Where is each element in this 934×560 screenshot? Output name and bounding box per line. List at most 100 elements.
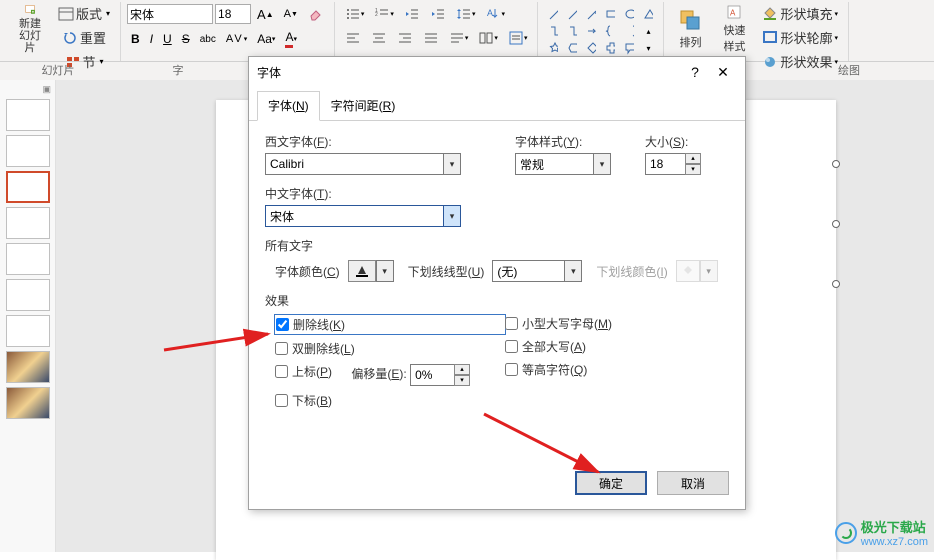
dialog-close-button[interactable]: ✕ [709, 60, 737, 84]
ok-button[interactable]: 确定 [575, 471, 647, 495]
font-style-combo[interactable]: ▾ [515, 153, 625, 175]
slide-thumb-7[interactable] [6, 315, 50, 347]
increase-font-button[interactable]: A▲ [253, 4, 278, 24]
western-font-label: 西文字体(F): [265, 133, 495, 150]
section-drawing-label: 绘图 [764, 62, 934, 80]
all-caps-checkbox[interactable]: 全部大写(A) [505, 338, 612, 355]
selection-handle[interactable] [832, 160, 840, 168]
decrease-indent-button[interactable] [400, 4, 424, 24]
reset-button[interactable]: 重置 [54, 26, 114, 49]
columns-button[interactable]: ▾ [474, 28, 502, 48]
clear-format-button[interactable] [304, 4, 328, 24]
bold-button[interactable]: B [127, 29, 144, 49]
shape-callout[interactable] [620, 38, 638, 58]
align-center-button[interactable] [367, 28, 391, 48]
spin-down[interactable]: ▾ [454, 375, 470, 386]
italic-button[interactable]: I [146, 29, 157, 49]
slide-thumb-8[interactable] [6, 351, 50, 383]
spin-up[interactable]: ▴ [685, 153, 701, 164]
ribbon-group-shapes: ▴ ▾ [538, 2, 664, 61]
align-text-icon [508, 30, 524, 46]
slide-thumb-9[interactable] [6, 387, 50, 419]
slide-thumb-1[interactable] [6, 99, 50, 131]
dialog-help-button[interactable]: ? [681, 60, 709, 84]
underline-button[interactable]: U [159, 29, 176, 49]
selection-handle[interactable] [832, 280, 840, 288]
ribbon-group-paragraph: ▾ 12▾ ▾ A▾ ▾ ▾ ▾ [335, 2, 539, 61]
text-direction-button[interactable]: A▾ [481, 4, 509, 24]
align-text-button[interactable]: ▾ [504, 28, 532, 48]
shadow-button[interactable]: abc [196, 29, 220, 49]
quick-style-icon: A [722, 4, 746, 20]
underline-type-label: 下划线线型(U) [408, 263, 485, 280]
shape-outline-button[interactable]: 形状轮廓▾ [758, 26, 842, 49]
shape-star[interactable] [544, 38, 562, 58]
distribute-button[interactable]: ▾ [445, 28, 473, 48]
shape-diamond[interactable] [582, 38, 600, 58]
slide-thumb-2[interactable] [6, 135, 50, 167]
double-strike-checkbox[interactable]: 双删除线(L) [275, 340, 505, 357]
offset-spinner[interactable]: ▴▾ [410, 364, 470, 386]
all-text-heading: 所有文字 [265, 237, 729, 254]
underline-combo[interactable]: ▾ [492, 260, 582, 282]
align-left-button[interactable] [341, 28, 365, 48]
layout-button[interactable]: 版式▾ [54, 2, 114, 25]
quick-style-button[interactable]: A 快速样式 [714, 2, 754, 56]
chevron-down-icon[interactable]: ▾ [564, 260, 582, 282]
tab-font[interactable]: 字体(N) [257, 91, 320, 121]
strike-button[interactable]: S [178, 29, 194, 49]
chinese-font-input[interactable] [265, 205, 443, 227]
slide-thumb-6[interactable] [6, 279, 50, 311]
fill-icon [762, 6, 778, 22]
slide-thumb-3[interactable] [6, 171, 50, 203]
shape-more[interactable]: ▾ [639, 38, 657, 58]
chinese-font-combo[interactable]: ▾ [265, 205, 463, 227]
equalize-checkbox[interactable]: 等高字符(Q) [505, 361, 612, 378]
font-color-button[interactable]: A▾ [281, 28, 301, 50]
align-justify-button[interactable] [419, 28, 443, 48]
size-label: 大小(S): [645, 133, 701, 150]
bullets-button[interactable]: ▾ [341, 4, 369, 24]
increase-indent-button[interactable] [426, 4, 450, 24]
chevron-down-icon[interactable]: ▾ [443, 153, 461, 175]
shape-hex[interactable] [563, 38, 581, 58]
tab-char-spacing[interactable]: 字符间距(R) [320, 91, 407, 120]
underline-input[interactable] [492, 260, 564, 282]
shape-fill-button[interactable]: 形状填充▾ [758, 2, 842, 25]
panel-collapse-icon[interactable]: ▣ [4, 84, 51, 95]
chinese-font-label: 中文字体(T): [265, 185, 729, 202]
align-right-button[interactable] [393, 28, 417, 48]
line-spacing-button[interactable]: ▾ [452, 4, 480, 24]
chevron-down-icon[interactable]: ▾ [376, 260, 394, 282]
strikethrough-checkbox[interactable]: 删除线(K) [275, 315, 505, 334]
western-font-combo[interactable]: ▾ [265, 153, 495, 175]
spin-down[interactable]: ▾ [685, 164, 701, 175]
chevron-down-icon[interactable]: ▾ [443, 205, 461, 227]
font-name-select[interactable] [127, 4, 213, 24]
font-size-select[interactable] [215, 4, 251, 24]
selection-handle[interactable] [832, 220, 840, 228]
size-input[interactable] [645, 153, 685, 175]
decrease-font-button[interactable]: A▼ [280, 4, 302, 24]
superscript-checkbox[interactable]: 上标(P) [275, 363, 332, 380]
chevron-down-icon[interactable]: ▾ [593, 153, 611, 175]
small-caps-checkbox[interactable]: 小型大写字母(M) [505, 315, 612, 332]
western-font-input[interactable] [265, 153, 443, 175]
shape-plus[interactable] [601, 38, 619, 58]
font-style-input[interactable] [515, 153, 593, 175]
char-spacing-button[interactable]: AV▾ [222, 29, 251, 49]
arrange-button[interactable]: 排列 [670, 2, 710, 56]
size-spinner[interactable]: ▴▾ [685, 153, 701, 175]
change-case-button[interactable]: Aa▾ [253, 29, 279, 49]
offset-input[interactable] [410, 364, 454, 386]
spin-up[interactable]: ▴ [454, 364, 470, 375]
new-slide-button[interactable]: 新建 幻灯片 [10, 2, 50, 56]
size-combo[interactable]: ▴▾ [645, 153, 701, 175]
font-color-button[interactable]: ▾ [348, 260, 394, 282]
cancel-button[interactable]: 取消 [657, 471, 729, 495]
subscript-checkbox[interactable]: 下标(B) [275, 392, 505, 409]
slide-thumb-4[interactable] [6, 207, 50, 239]
slide-thumb-5[interactable] [6, 243, 50, 275]
numbering-button[interactable]: 12▾ [370, 4, 398, 24]
font-color-icon [354, 264, 370, 278]
